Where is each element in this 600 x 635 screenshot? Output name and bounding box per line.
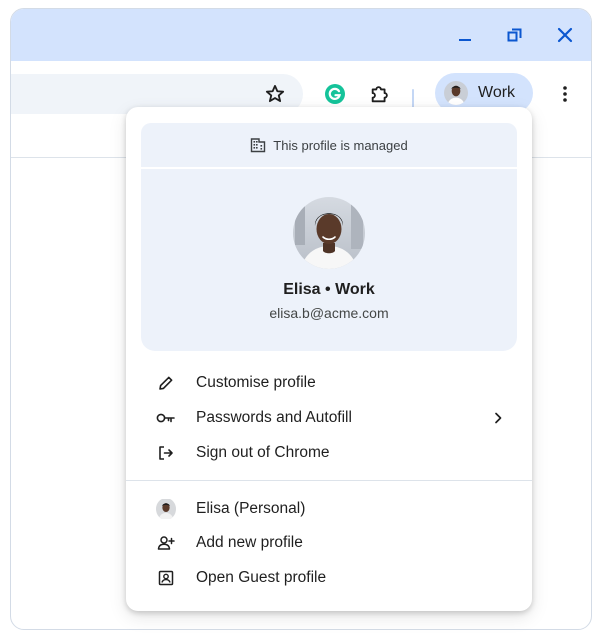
managed-notice-text: This profile is managed bbox=[273, 137, 408, 153]
close-window-button[interactable] bbox=[551, 21, 579, 49]
extensions-button[interactable] bbox=[364, 78, 396, 110]
guest-icon bbox=[156, 568, 176, 588]
open-guest-profile-item[interactable]: Open Guest profile bbox=[126, 561, 532, 595]
chrome-menu-button[interactable] bbox=[549, 78, 581, 110]
title-bar bbox=[11, 9, 591, 61]
profile-name: Elisa • Work bbox=[283, 281, 375, 298]
menu-divider bbox=[126, 480, 532, 481]
chevron-right-icon bbox=[495, 412, 502, 424]
pencil-icon bbox=[156, 373, 176, 393]
profile-avatar bbox=[293, 197, 365, 269]
grammarly-icon bbox=[325, 84, 345, 104]
passwords-autofill-item[interactable]: Passwords and Autofill bbox=[126, 401, 532, 435]
passwords-autofill-label: Passwords and Autofill bbox=[196, 409, 352, 426]
sign-out-label: Sign out of Chrome bbox=[196, 444, 330, 461]
sign-out-icon bbox=[156, 443, 176, 463]
minimize-button[interactable] bbox=[451, 21, 479, 49]
sign-out-item[interactable]: Sign out of Chrome bbox=[126, 436, 532, 470]
personal-avatar bbox=[156, 499, 176, 519]
profile-menu: This profile is managed Elisa • Work eli… bbox=[126, 107, 532, 611]
profile-email: elisa.b@acme.com bbox=[269, 305, 389, 321]
add-new-profile-item[interactable]: Add new profile bbox=[126, 526, 532, 560]
profile-chip-label: Work bbox=[478, 84, 516, 101]
customise-profile-label: Customise profile bbox=[196, 374, 316, 391]
key-icon bbox=[156, 408, 176, 428]
add-new-profile-label: Add new profile bbox=[196, 534, 303, 551]
minimize-icon bbox=[459, 39, 471, 41]
work-avatar-small bbox=[444, 81, 468, 105]
close-icon bbox=[557, 27, 573, 43]
puzzle-icon bbox=[371, 86, 388, 103]
building-icon bbox=[251, 138, 266, 153]
restore-icon bbox=[507, 28, 522, 42]
profile-identity-card: Elisa • Work elisa.b@acme.com bbox=[141, 169, 517, 351]
toolbar-separator bbox=[412, 89, 414, 109]
more-vert-icon bbox=[563, 86, 567, 102]
open-guest-profile-label: Open Guest profile bbox=[196, 569, 327, 586]
person-add-icon bbox=[156, 533, 176, 553]
managed-profile-notice: This profile is managed bbox=[141, 123, 517, 167]
bookmark-button[interactable] bbox=[259, 78, 291, 110]
grammarly-extension-button[interactable] bbox=[319, 78, 351, 110]
personal-profile-label: Elisa (Personal) bbox=[196, 500, 306, 517]
restore-button[interactable] bbox=[501, 21, 529, 49]
personal-profile-item[interactable]: Elisa (Personal) bbox=[126, 492, 532, 526]
customise-profile-item[interactable]: Customise profile bbox=[126, 366, 532, 400]
star-icon bbox=[265, 85, 285, 103]
